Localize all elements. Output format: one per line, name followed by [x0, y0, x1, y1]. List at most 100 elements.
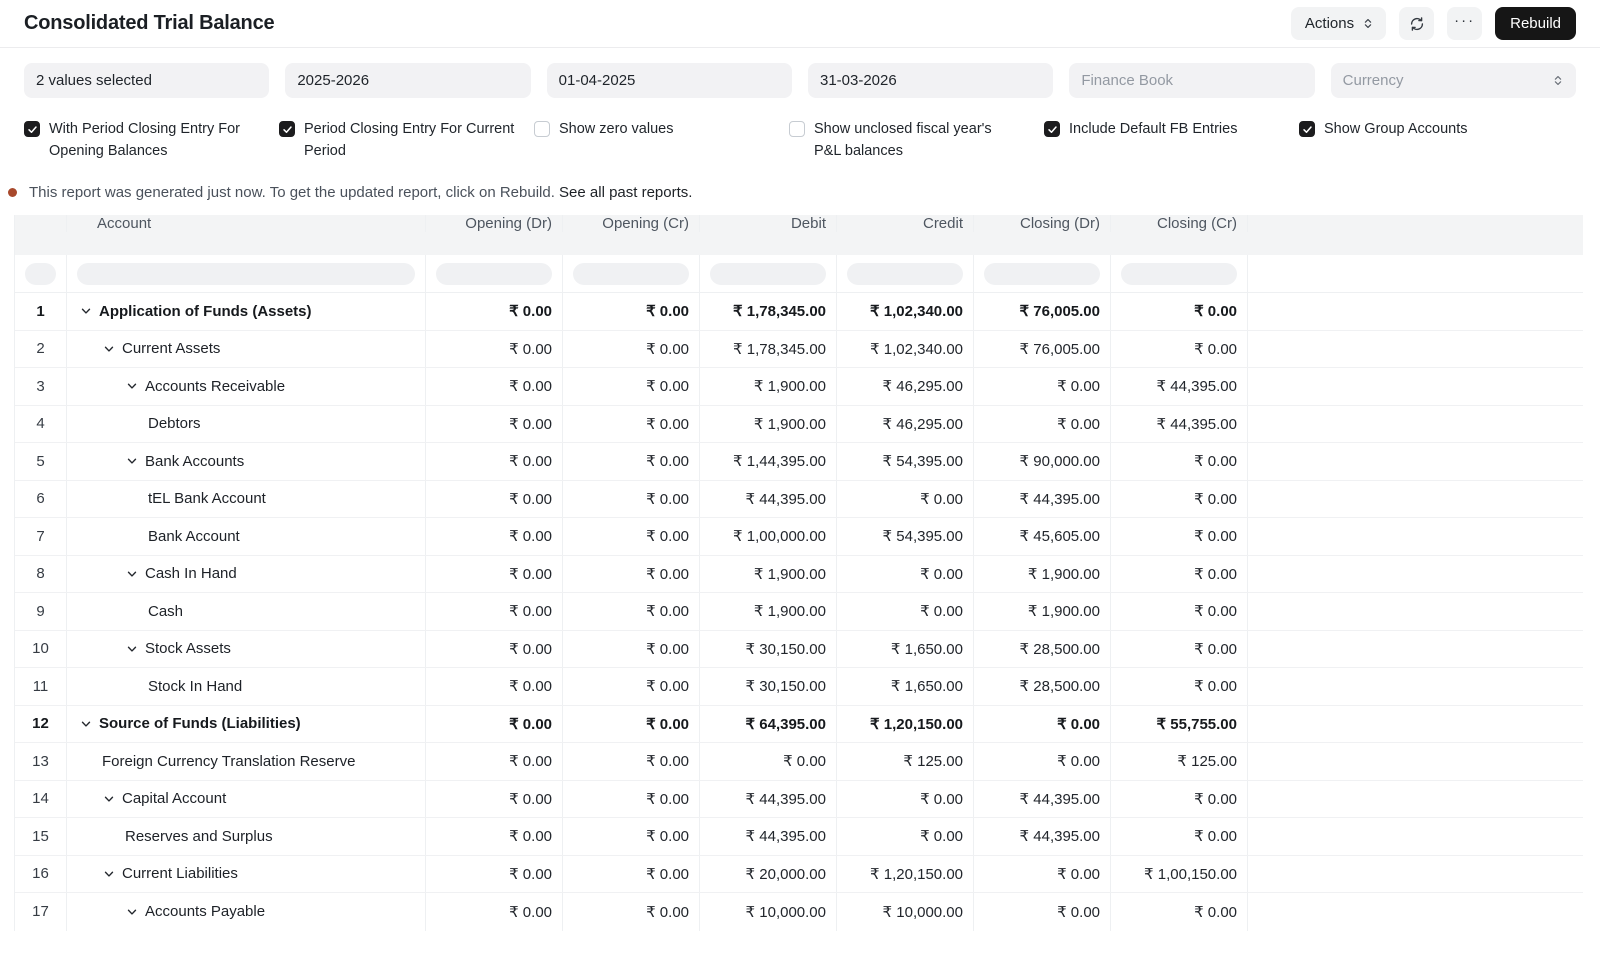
table-row[interactable]: 1 Application of Funds (Assets) ₹ 0.00 ₹ … [15, 293, 1583, 331]
column-filter-input[interactable] [847, 262, 963, 285]
column-filter-input[interactable] [573, 262, 689, 285]
chevron-down-icon[interactable] [79, 304, 99, 318]
account-name: Accounts Receivable [145, 377, 286, 395]
value-cell: ₹ 0.00 [563, 818, 700, 855]
account-cell[interactable]: Stock Assets [67, 630, 426, 667]
refresh-button[interactable] [1399, 7, 1435, 40]
company-filter[interactable]: 2 values selected [24, 63, 270, 98]
table-row[interactable]: 11 Stock In Hand ₹ 0.00 ₹ 0.00 ₹ 30,150.00… [15, 668, 1583, 706]
from-date-filter[interactable]: 01-04-2025 [546, 63, 792, 98]
column-header-closing-dr-[interactable]: Closing (Dr) [974, 215, 1111, 232]
account-cell[interactable]: Current Liabilities [67, 855, 426, 892]
account-cell[interactable]: Bank Accounts [67, 443, 426, 480]
fiscal-year-filter-value: 2025-2026 [297, 72, 370, 89]
checkbox-box[interactable] [534, 121, 550, 137]
value-cell: ₹ 0.00 [1111, 630, 1248, 667]
account-cell[interactable]: Accounts Payable [67, 893, 426, 931]
table-row[interactable]: 17 Accounts Payable ₹ 0.00 ₹ 0.00 ₹ 10,000… [15, 893, 1583, 931]
table-row[interactable]: 13 Foreign Currency Translation Reserve … [15, 743, 1583, 781]
row-number: 16 [15, 855, 67, 892]
filter-checkbox[interactable]: Show unclosed fiscal year's P&L balances [789, 118, 1044, 162]
column-header-account[interactable]: Account [67, 215, 426, 232]
account-cell[interactable]: Source of Funds (Liabilities) [67, 705, 426, 742]
column-filter-input[interactable] [25, 262, 56, 285]
table-row[interactable]: 7 Bank Account ₹ 0.00 ₹ 0.00 ₹ 1,00,000.00… [15, 518, 1583, 556]
table-row[interactable]: 2 Current Assets ₹ 0.00 ₹ 0.00 ₹ 1,78,345.… [15, 330, 1583, 368]
value-cell: ₹ 1,20,150.00 [837, 855, 974, 892]
account-cell[interactable]: Foreign Currency Translation Reserve [67, 743, 426, 780]
row-number: 7 [15, 518, 67, 555]
filter-checkbox[interactable]: Show zero values [534, 118, 789, 162]
chevron-down-icon[interactable] [125, 567, 145, 581]
account-cell[interactable]: Accounts Receivable [67, 368, 426, 405]
table-row[interactable]: 12 Source of Funds (Liabilities) ₹ 0.00 ₹… [15, 705, 1583, 743]
chevron-down-icon[interactable] [102, 867, 122, 881]
table-row[interactable]: 4 Debtors ₹ 0.00 ₹ 0.00 ₹ 1,900.00 ₹ 46,295… [15, 405, 1583, 443]
column-filter-cell [15, 255, 67, 292]
value-cell: ₹ 0.00 [1111, 668, 1248, 705]
table-row[interactable]: 9 Cash ₹ 0.00 ₹ 0.00 ₹ 1,900.00 ₹ 0.00 ₹ 1,9… [15, 593, 1583, 631]
table-row[interactable]: 8 Cash In Hand ₹ 0.00 ₹ 0.00 ₹ 1,900.00 ₹ 0… [15, 555, 1583, 593]
account-cell[interactable]: Reserves and Surplus [67, 818, 426, 855]
chevron-down-icon[interactable] [79, 717, 99, 731]
chevron-down-icon[interactable] [125, 905, 145, 919]
finance-book-filter[interactable]: Finance Book [1069, 63, 1315, 98]
column-header-opening-cr-[interactable]: Opening (Cr) [563, 215, 700, 232]
checkbox-box[interactable] [1299, 121, 1315, 137]
to-date-filter[interactable]: 31-03-2026 [807, 63, 1054, 98]
checkbox-box[interactable] [1044, 121, 1060, 137]
column-filter-input[interactable] [1121, 262, 1237, 285]
actions-button[interactable]: Actions [1290, 7, 1387, 40]
column-filter-input[interactable] [710, 262, 826, 285]
account-cell[interactable]: Cash In Hand [67, 555, 426, 592]
filter-checkbox[interactable]: Period Closing Entry For Current Period [279, 118, 534, 162]
checkbox-box[interactable] [24, 121, 40, 137]
account-cell[interactable]: tEL Bank Account [67, 480, 426, 517]
menu-button[interactable]: ··· [1447, 7, 1483, 40]
column-header-credit[interactable]: Credit [837, 215, 974, 232]
account-cell[interactable]: Cash [67, 593, 426, 630]
value-cell: ₹ 0.00 [426, 518, 563, 555]
row-number: 13 [15, 743, 67, 780]
chevron-down-icon[interactable] [102, 792, 122, 806]
table-row[interactable]: 16 Current Liabilities ₹ 0.00 ₹ 0.00 ₹ 20,… [15, 855, 1583, 893]
table-row[interactable]: 5 Bank Accounts ₹ 0.00 ₹ 0.00 ₹ 1,44,395.0… [15, 443, 1583, 481]
column-filter-input[interactable] [984, 262, 1100, 285]
filter-checkbox[interactable]: With Period Closing Entry For Opening Ba… [24, 118, 279, 162]
column-filter-input[interactable] [436, 262, 552, 285]
column-header-debit[interactable]: Debit [700, 215, 837, 232]
account-cell[interactable]: Application of Funds (Assets) [67, 293, 426, 330]
account-cell[interactable]: Debtors [67, 405, 426, 442]
filter-checkbox[interactable]: Include Default FB Entries [1044, 118, 1299, 162]
table-row[interactable]: 3 Accounts Receivable ₹ 0.00 ₹ 0.00 ₹ 1,90… [15, 368, 1583, 406]
table-row[interactable]: 14 Capital Account ₹ 0.00 ₹ 0.00 ₹ 44,395.… [15, 780, 1583, 818]
table-row[interactable]: 15 Reserves and Surplus ₹ 0.00 ₹ 0.00 ₹ 44… [15, 818, 1583, 856]
chevron-down-icon[interactable] [102, 342, 122, 356]
account-name: Bank Account [148, 527, 240, 545]
rebuild-button[interactable]: Rebuild [1495, 7, 1576, 40]
account-cell[interactable]: Current Assets [67, 330, 426, 367]
value-cell: ₹ 0.00 [1111, 818, 1248, 855]
currency-select[interactable]: Currency [1330, 63, 1576, 98]
checkbox-box[interactable] [279, 121, 295, 137]
account-cell[interactable]: Bank Account [67, 518, 426, 555]
account-cell[interactable]: Capital Account [67, 780, 426, 817]
account-cell[interactable]: Stock In Hand [67, 668, 426, 705]
table-row[interactable]: 6 tEL Bank Account ₹ 0.00 ₹ 0.00 ₹ 44,395.… [15, 480, 1583, 518]
value-cell: ₹ 10,000.00 [700, 893, 837, 931]
value-cell: ₹ 0.00 [1111, 593, 1248, 630]
column-header-opening-dr-[interactable]: Opening (Dr) [426, 215, 563, 232]
fiscal-year-filter[interactable]: 2025-2026 [285, 63, 531, 98]
column-header-closing-cr-[interactable]: Closing (Cr) [1111, 215, 1248, 232]
past-reports-link[interactable]: See all past reports. [559, 184, 692, 201]
checkbox-box[interactable] [789, 121, 805, 137]
chevron-down-icon[interactable] [125, 454, 145, 468]
column-filter-input[interactable] [77, 262, 415, 285]
table-row[interactable]: 10 Stock Assets ₹ 0.00 ₹ 0.00 ₹ 30,150.00 ₹… [15, 630, 1583, 668]
chevron-down-icon[interactable] [125, 379, 145, 393]
chevron-down-icon[interactable] [125, 642, 145, 656]
account-name: Stock In Hand [148, 677, 243, 695]
value-cell: ₹ 44,395.00 [700, 480, 837, 517]
filter-checkbox[interactable]: Show Group Accounts [1299, 118, 1554, 162]
value-cell: ₹ 1,900.00 [974, 593, 1111, 630]
